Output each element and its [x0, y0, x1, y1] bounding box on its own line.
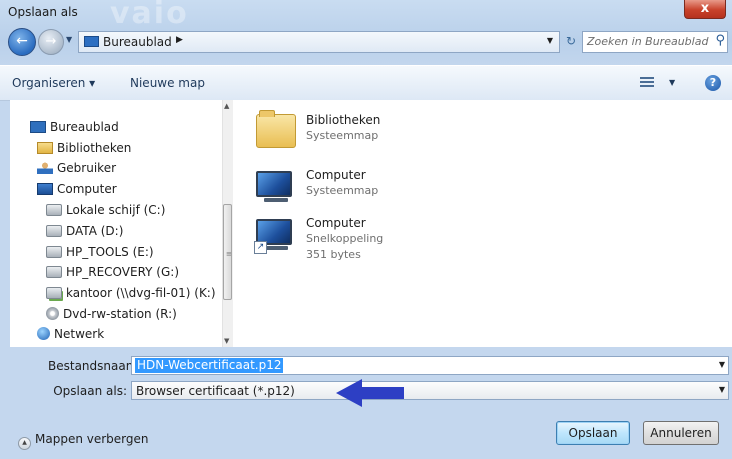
- navigation-scrollbar[interactable]: ▲ ≡ ▼: [222, 100, 233, 347]
- command-toolbar: Organiseren ▾ Nieuwe map ▼ ?: [0, 65, 732, 101]
- file-name: Computer: [306, 216, 366, 230]
- sidebar-item-label: Computer: [57, 182, 117, 196]
- sidebar-item-bureaublad[interactable]: Bureaublad: [30, 120, 119, 138]
- hide-folders-label: Mappen verbergen: [35, 432, 149, 446]
- view-options-icon[interactable]: [640, 75, 654, 87]
- desktop-icon: [84, 36, 99, 47]
- sidebar-item-label: Bibliotheken: [57, 141, 132, 155]
- sidebar-item-computer[interactable]: Computer: [37, 182, 117, 200]
- drive-icon: [46, 204, 62, 216]
- filename-value[interactable]: HDN-Webcertificaat.p12: [135, 358, 284, 373]
- chevron-down-icon[interactable]: ▼: [719, 385, 725, 394]
- save-as-dialog: Opslaan als vaio x ← → ▼ Bureaublad ▶ ▼ …: [0, 0, 732, 459]
- user-icon: [37, 162, 53, 174]
- title-bar: Opslaan als vaio x: [0, 0, 732, 31]
- folder-icon: [256, 110, 296, 148]
- library-icon: [37, 142, 53, 154]
- scrollbar-thumb[interactable]: ≡: [223, 204, 232, 300]
- address-bar[interactable]: Bureaublad ▶ ▼: [78, 31, 560, 53]
- navigation-bar: ← → ▼ Bureaublad ▶ ▼ ↻ Zoeken in Bureaub…: [0, 26, 732, 62]
- sidebar-item-label: DATA (D:): [66, 224, 124, 238]
- file-type: Systeemmap: [306, 184, 379, 197]
- scroll-down-icon[interactable]: ▼: [224, 337, 229, 345]
- hide-folders-button[interactable]: ▲ Mappen verbergen: [18, 432, 149, 450]
- sidebar-item-label: Gebruiker: [57, 161, 117, 175]
- search-input[interactable]: Zoeken in Bureaublad ⚲: [582, 31, 728, 53]
- desktop-icon: [30, 121, 46, 133]
- drive-icon: [46, 266, 62, 278]
- cancel-button[interactable]: Annuleren: [643, 421, 719, 445]
- monitor-stand: [264, 246, 288, 250]
- annotation-arrow-icon: [336, 379, 404, 407]
- sidebar-item-label: kantoor (\\dvg-fil-01) (K:): [66, 286, 216, 300]
- sidebar-item-label: Bureaublad: [50, 120, 119, 134]
- save-button[interactable]: Opslaan: [556, 421, 630, 445]
- address-breadcrumb[interactable]: Bureaublad: [103, 35, 172, 49]
- organize-button[interactable]: Organiseren ▾: [12, 76, 95, 90]
- sidebar-item-label: HP_RECOVERY (G:): [66, 265, 180, 279]
- file-item-computer-shortcut[interactable]: ↗ Computer Snelkoppeling 351 bytes: [254, 213, 456, 273]
- file-list: Bibliotheken Systeemmap Computer Systeem…: [250, 100, 730, 347]
- chevron-up-icon: ▲: [18, 437, 31, 450]
- chevron-right-icon[interactable]: ▶: [176, 35, 183, 45]
- navigation-pane: Bureaublad Bibliotheken Gebruiker Comput…: [10, 100, 233, 347]
- refresh-icon[interactable]: ↻: [563, 31, 579, 51]
- file-name: Computer: [306, 168, 366, 182]
- recent-pages-dropdown-icon[interactable]: ▼: [66, 35, 72, 44]
- monitor-stand: [264, 198, 288, 202]
- view-dropdown-icon[interactable]: ▼: [669, 78, 675, 87]
- new-folder-button[interactable]: Nieuwe map: [130, 76, 205, 90]
- savetype-label: Opslaan als:: [53, 384, 127, 398]
- window-title: Opslaan als: [8, 5, 78, 19]
- sidebar-item-hp-tools[interactable]: HP_TOOLS (E:): [46, 245, 154, 263]
- sidebar-item-dvd-rw-station[interactable]: Dvd-rw-station (R:): [46, 307, 177, 325]
- sidebar-item-hp-recovery[interactable]: HP_RECOVERY (G:): [46, 265, 179, 283]
- content-area: Bureaublad Bibliotheken Gebruiker Comput…: [10, 100, 732, 347]
- dvd-icon: [46, 307, 59, 320]
- savetype-select[interactable]: Browser certificaat (*.p12) ▼: [131, 381, 729, 400]
- computer-icon: [37, 183, 53, 195]
- drive-icon: [46, 246, 62, 258]
- file-size: 351 bytes: [306, 248, 361, 261]
- sidebar-item-lokale-schijf[interactable]: Lokale schijf (C:): [46, 203, 165, 221]
- sidebar-item-label: Lokale schijf (C:): [66, 203, 166, 217]
- sidebar-item-bibliotheken[interactable]: Bibliotheken: [37, 141, 131, 159]
- file-type: Snelkoppeling: [306, 232, 384, 245]
- savetype-value: Browser certificaat (*.p12): [136, 384, 295, 398]
- file-type: Systeemmap: [306, 129, 379, 142]
- filename-label: Bestandsnaam:: [48, 359, 142, 373]
- sidebar-item-data[interactable]: DATA (D:): [46, 224, 123, 242]
- sidebar-item-label: Dvd-rw-station (R:): [63, 307, 177, 321]
- computer-icon: [256, 171, 292, 197]
- file-name: Bibliotheken: [306, 113, 381, 127]
- sidebar-item-label: Netwerk: [54, 327, 105, 341]
- chevron-down-icon[interactable]: ▼: [719, 360, 725, 369]
- search-icon[interactable]: ⚲: [715, 33, 725, 48]
- file-item-bibliotheken[interactable]: Bibliotheken Systeemmap: [256, 110, 456, 170]
- shortcut-arrow-icon: ↗: [254, 241, 267, 254]
- search-placeholder: Zoeken in Bureaublad: [587, 35, 709, 48]
- scroll-up-icon[interactable]: ▲: [224, 102, 229, 110]
- close-button[interactable]: x: [684, 0, 726, 19]
- grip-icon: ≡: [226, 250, 232, 258]
- forward-button[interactable]: →: [38, 29, 64, 55]
- address-dropdown-icon[interactable]: ▼: [547, 36, 553, 45]
- back-button[interactable]: ←: [8, 28, 36, 56]
- network-drive-icon: [46, 287, 62, 299]
- sidebar-item-label: HP_TOOLS (E:): [66, 245, 154, 259]
- drive-icon: [46, 225, 62, 237]
- filename-input[interactable]: HDN-Webcertificaat.p12 ▼: [131, 356, 729, 375]
- sidebar-item-kantoor[interactable]: kantoor (\\dvg-fil-01) (K:): [46, 286, 216, 304]
- help-button[interactable]: ?: [705, 75, 721, 91]
- network-icon: [37, 327, 50, 340]
- sidebar-item-gebruiker[interactable]: Gebruiker: [37, 161, 116, 179]
- sidebar-item-netwerk[interactable]: Netwerk: [37, 327, 104, 345]
